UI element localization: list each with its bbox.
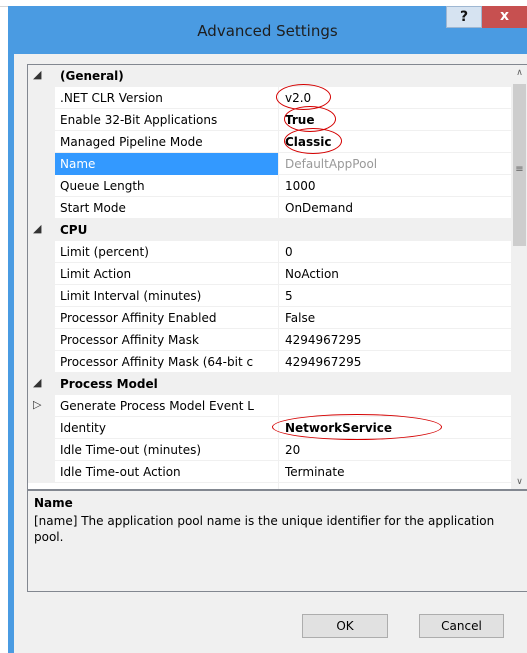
property-value[interactable]: 1000 (285, 179, 505, 193)
property-value[interactable]: DefaultAppPool (285, 157, 505, 171)
property-row[interactable]: Limit Action NoAction (28, 263, 511, 285)
property-name: Queue Length (60, 179, 145, 193)
vertical-scrollbar[interactable]: ∧ ≡ ∨ (511, 65, 527, 489)
row-gutter (28, 87, 55, 109)
property-name: Enable 32-Bit Applications (60, 113, 218, 127)
row-gutter (28, 241, 55, 263)
property-row[interactable]: Enable 32-Bit Applications True (28, 106, 511, 132)
description-title: Name (34, 496, 73, 510)
row-gutter (28, 329, 55, 351)
row-gutter (28, 417, 55, 439)
property-value[interactable]: 20 (285, 443, 505, 457)
row-gutter: ◢ (28, 219, 55, 241)
property-row[interactable]: Limit Interval (minutes) 5 (28, 285, 511, 307)
collapse-triangle-icon[interactable]: ◢ (33, 222, 41, 235)
property-row[interactable]: Name DefaultAppPool (28, 153, 511, 175)
scroll-up-arrow-icon[interactable]: ∧ (511, 65, 527, 82)
property-value[interactable]: False (285, 311, 505, 325)
dialog-client-area: ∧ ≡ ∨ ◢ (General) .NET CLR Version v2.0 Enab… (14, 54, 527, 653)
scroll-down-arrow-icon[interactable]: ∨ (511, 474, 527, 489)
property-row[interactable]: Processor Affinity Mask (64-bit c 4294967… (28, 351, 511, 373)
description-panel: Name [name] The application pool name is… (27, 490, 527, 592)
ok-button[interactable]: OK (302, 614, 388, 638)
red-annotation-ellipse (272, 414, 442, 440)
property-name: Limit Action (60, 267, 132, 281)
red-annotation-ellipse (284, 128, 342, 154)
property-name: Processor Affinity Enabled (60, 311, 217, 325)
property-name: Limit Interval (minutes) (60, 289, 202, 303)
row-gutter (28, 307, 55, 329)
scrollbar-thumb[interactable]: ≡ (513, 84, 526, 246)
property-name: Idle Time-out (minutes) (60, 443, 202, 457)
description-text: [name] The application pool name is the … (34, 514, 495, 544)
property-row[interactable]: Identity NetworkService (28, 414, 511, 440)
cancel-button[interactable]: Cancel (419, 614, 504, 638)
collapse-triangle-icon[interactable]: ◢ (33, 68, 41, 81)
row-gutter (28, 439, 55, 461)
property-name: Name (60, 157, 96, 171)
property-row[interactable]: Start Mode OnDemand (28, 197, 511, 219)
property-row[interactable]: Managed Pipeline Mode Classic (28, 128, 511, 154)
row-gutter (28, 263, 55, 285)
property-value[interactable]: 4294967295 (285, 355, 505, 369)
property-value[interactable]: Terminate (285, 465, 505, 479)
row-gutter: ◢ (28, 65, 55, 87)
property-value[interactable]: NoAction (285, 267, 505, 281)
property-grid: ∧ ≡ ∨ ◢ (General) .NET CLR Version v2.0 Enab… (27, 64, 527, 490)
property-name: Processor Affinity Mask (60, 333, 199, 347)
property-name: Generate Process Model Event L (60, 399, 254, 413)
scroll-grip-icon: ≡ (515, 164, 524, 175)
property-name: Processor Affinity Mask (64-bit c (60, 355, 254, 369)
category-label: Process Model (60, 377, 158, 391)
row-gutter (28, 131, 55, 153)
expand-triangle-icon[interactable]: ▷ (33, 398, 41, 411)
category-row[interactable]: ◢ (General) (28, 65, 511, 87)
row-gutter: ◢ (28, 373, 55, 395)
row-gutter (28, 285, 55, 307)
property-row[interactable]: Limit (percent) 0 (28, 241, 511, 263)
property-row[interactable]: Queue Length 1000 (28, 175, 511, 197)
property-row[interactable]: Processor Affinity Mask 4294967295 (28, 329, 511, 351)
category-row[interactable]: ◢ Process Model (28, 373, 511, 395)
property-name: Limit (percent) (60, 245, 149, 259)
property-row[interactable]: ▷ Generate Process Model Event L (28, 395, 511, 417)
property-row[interactable]: Idle Time-out (minutes) 20 (28, 439, 511, 461)
row-gutter (28, 175, 55, 197)
row-gutter (28, 153, 55, 175)
advanced-settings-dialog: Advanced Settings ? x ∧ ≡ ∨ ◢ (General) .N… (8, 6, 527, 653)
row-gutter (28, 461, 55, 483)
property-value[interactable]: OnDemand (285, 201, 505, 215)
property-value[interactable]: 0 (285, 245, 505, 259)
property-value[interactable]: 5 (285, 289, 505, 303)
row-gutter: ▷ (28, 395, 55, 417)
category-label: (General) (60, 69, 124, 83)
title-bar[interactable]: Advanced Settings ? x (8, 6, 527, 54)
property-row[interactable]: Idle Time-out Action Terminate (28, 461, 511, 483)
category-row[interactable]: ◢ CPU (28, 219, 511, 241)
property-row[interactable]: Processor Affinity Enabled False (28, 307, 511, 329)
category-label: CPU (60, 223, 88, 237)
property-name: Identity (60, 421, 106, 435)
property-name: Start Mode (60, 201, 126, 215)
property-name: Managed Pipeline Mode (60, 135, 203, 149)
property-name: Idle Time-out Action (60, 465, 181, 479)
property-row[interactable]: .NET CLR Version v2.0 (28, 84, 511, 110)
row-gutter (28, 109, 55, 131)
close-button[interactable]: x (482, 6, 527, 28)
row-gutter (28, 351, 55, 373)
help-button[interactable]: ? (446, 6, 482, 28)
collapse-triangle-icon[interactable]: ◢ (33, 376, 41, 389)
property-value[interactable]: 4294967295 (285, 333, 505, 347)
property-name: .NET CLR Version (60, 91, 163, 105)
row-gutter (28, 197, 55, 219)
